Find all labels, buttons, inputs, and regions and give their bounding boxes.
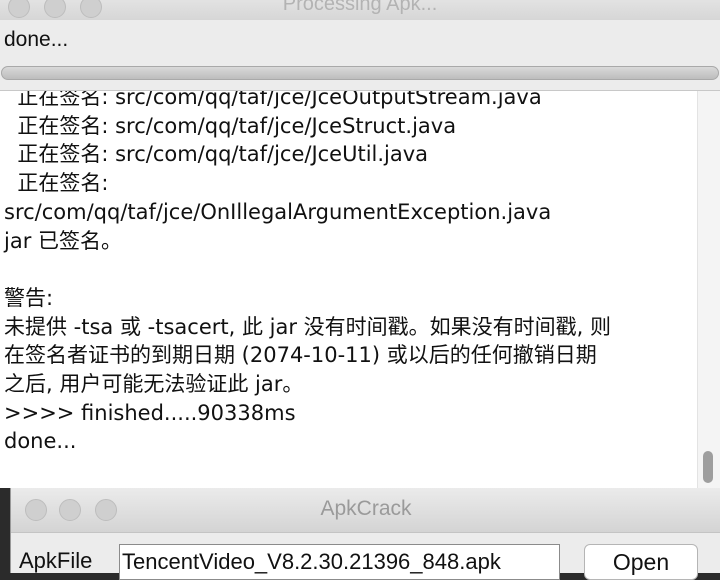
log-line: >>>> finished.....90338ms [4,400,296,425]
apkfile-input[interactable]: TencentVideo_V8.2.30.21396_848.apk [119,544,560,580]
processing-window: Processing Apk... done... 正在签名: src/com/… [0,0,720,488]
apkcrack-window: ApkCrack ApkFile TencentVideo_V8.2.30.21… [10,488,720,580]
open-button[interactable]: Open [584,544,698,580]
apkfile-label: ApkFile [19,548,93,573]
status-text: done... [4,28,69,51]
scrollbar-thumb[interactable] [703,451,713,483]
log-text: 正在签名: src/com/qq/taf/jce/JceOutputStream… [4,91,694,456]
log-line: 正在签名: src/com/qq/taf/jce/JceOutputStream… [4,91,542,109]
log-line: done... [4,429,77,454]
apkcrack-window-title: ApkCrack [320,497,412,520]
log-line: 正在签名: src/com/qq/taf/jce/JceUtil.java [4,142,429,167]
log-scrollbar[interactable] [697,91,720,488]
log-output[interactable]: 正在签名: src/com/qq/taf/jce/JceOutputStream… [0,91,720,488]
log-line: jar 已签名。 [4,228,123,253]
log-line: 正在签名: src/com/qq/taf/jce/JceStruct.java [4,113,457,138]
log-line: 正在签名: [4,171,109,196]
log-line: src/com/qq/taf/jce/OnIllegalArgumentExce… [4,199,552,224]
log-line: 警告: [4,285,54,310]
log-line: 未提供 -tsa 或 -tsacert, 此 jar 没有时间戳。如果没有时间戳… [4,314,611,339]
progress-bar [1,66,719,80]
processing-window-title: Processing Apk... [282,0,438,15]
apkcrack-titlebar: ApkCrack [11,488,720,533]
log-line: 之后, 用户可能无法验证此 jar。 [4,372,304,397]
log-line: 在签名者证书的到期日期 (2074-10-11) 或以后的任何撤销日期 [4,343,597,368]
